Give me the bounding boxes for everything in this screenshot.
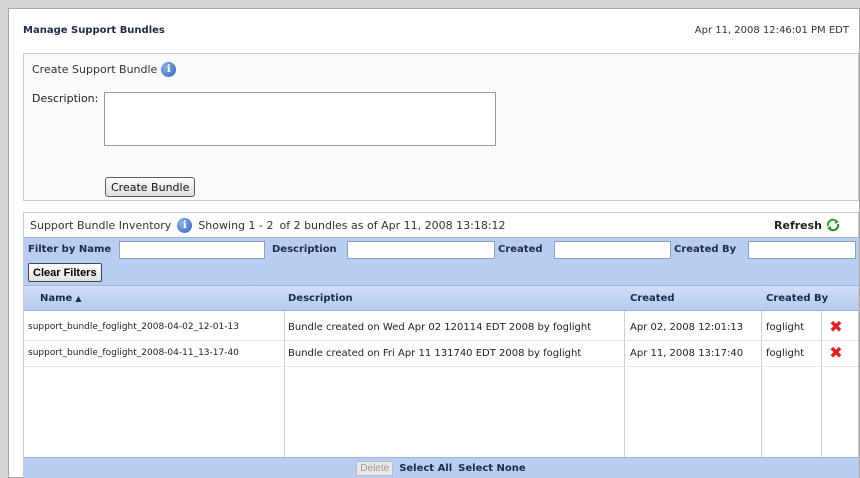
filter-created-by-label: Created By <box>674 244 737 255</box>
page-title: Manage Support Bundles <box>23 25 165 36</box>
bundle-created-by: foglight <box>766 348 805 359</box>
create-bundle-button[interactable]: Create Bundle <box>105 177 196 197</box>
delete-x-icon[interactable]: ✖ <box>828 345 844 361</box>
refresh-label: Refresh <box>774 218 822 232</box>
delete-button[interactable]: Delete <box>356 460 394 476</box>
bundle-created: Apr 11, 2008 13:17:40 <box>630 348 744 359</box>
info-icon[interactable]: i <box>161 62 177 77</box>
column-header-created[interactable]: Created <box>630 293 675 304</box>
clear-filters-button[interactable]: Clear Filters <box>28 263 102 282</box>
select-all-link[interactable]: Select All <box>399 463 452 474</box>
column-header-description[interactable]: Description <box>288 293 353 304</box>
column-name-label: Name <box>40 293 73 304</box>
bundle-inventory-panel: Support Bundle Inventory i Showing 1 - 2… <box>23 212 859 478</box>
column-header-name[interactable]: Name ▲ <box>40 293 81 304</box>
filter-created-by-input[interactable] <box>748 241 856 259</box>
description-label: Description: <box>32 92 99 105</box>
sort-ascending-icon: ▲ <box>75 294 82 303</box>
column-header-created-by[interactable]: Created By <box>766 293 828 304</box>
refresh-button[interactable]: Refresh <box>774 218 840 232</box>
bundle-description: Bundle created on Fri Apr 11 131740 EDT … <box>288 348 582 359</box>
info-icon[interactable]: i <box>177 217 193 233</box>
delete-x-icon[interactable]: ✖ <box>828 319 844 335</box>
filter-name-input[interactable] <box>119 241 265 259</box>
bundle-name: support_bundle_foglight_2008-04-11_13-17… <box>28 348 239 358</box>
main-frame: Manage Support Bundles Apr 11, 2008 12:4… <box>8 8 860 478</box>
create-bundle-panel: Create Support Bundle i Description: Cre… <box>23 53 859 201</box>
filter-name-label: Filter by Name <box>28 244 112 255</box>
bundle-created: Apr 02, 2008 12:01:13 <box>630 322 744 333</box>
inventory-header: Support Bundle Inventory i Showing 1 - 2… <box>24 213 858 237</box>
table-footer: Delete Select All Select None <box>24 457 858 478</box>
table-row[interactable]: support_bundle_foglight_2008-04-02_12-01… <box>24 315 858 341</box>
description-textarea[interactable] <box>104 92 496 146</box>
page-timestamp: Apr 11, 2008 12:46:01 PM EDT <box>694 25 849 36</box>
create-bundle-title: Create Support Bundle <box>32 63 158 76</box>
table-header: Name ▲ Description Created Created By <box>24 285 858 311</box>
bundle-table-body: support_bundle_foglight_2008-04-02_12-01… <box>24 311 858 457</box>
select-none-link[interactable]: Select None <box>458 463 526 474</box>
bundle-created-by: foglight <box>766 322 805 333</box>
filter-created-input[interactable] <box>554 241 671 259</box>
filter-bar: Filter by Name Description Created Creat… <box>24 237 858 285</box>
table-row[interactable]: support_bundle_foglight_2008-04-11_13-17… <box>24 341 858 367</box>
showing-range: Showing 1 - 2 <box>198 218 274 232</box>
bundle-description: Bundle created on Wed Apr 02 120114 EDT … <box>288 322 592 333</box>
filter-description-input[interactable] <box>347 241 495 259</box>
bundle-count-text: of 2 bundles as of Apr 11, 2008 13:18:12 <box>279 218 506 232</box>
filter-created-label: Created <box>498 244 543 255</box>
create-bundle-title-row: Create Support Bundle i <box>32 62 177 77</box>
filter-description-label: Description <box>272 244 337 255</box>
inventory-title: Support Bundle Inventory <box>30 218 172 232</box>
bundle-name: support_bundle_foglight_2008-04-02_12-01… <box>28 322 239 332</box>
refresh-icon <box>826 218 840 232</box>
